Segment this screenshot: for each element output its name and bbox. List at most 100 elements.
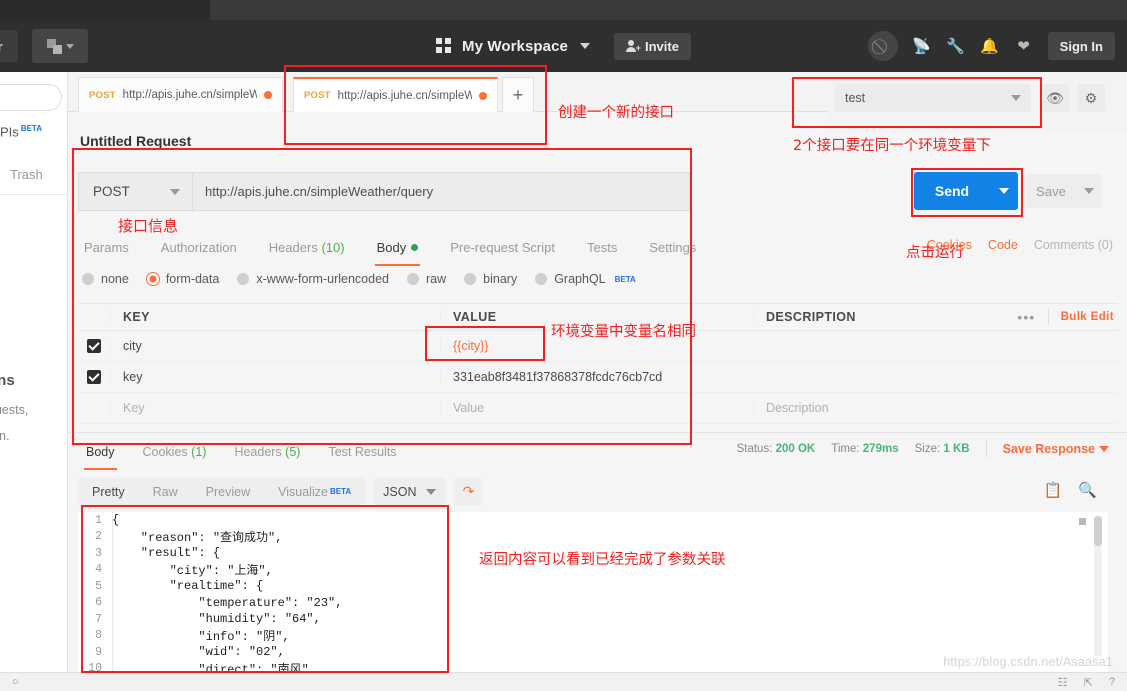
body-type-graphql[interactable]: GraphQL BETA: [535, 272, 636, 286]
size-value: 1 KB: [943, 443, 970, 455]
environment-quick-look-button[interactable]: 👁: [1041, 84, 1069, 112]
tab-url-label: http://apis.juhe.cn/simpleWea...: [337, 89, 472, 102]
line-number: 1: [95, 513, 102, 527]
save-button[interactable]: Save: [1026, 174, 1076, 208]
body-type-urlencoded[interactable]: x-www-form-urlencoded: [237, 272, 389, 286]
viewer-tab-preview[interactable]: Preview: [192, 478, 264, 505]
search-input[interactable]: [0, 84, 62, 111]
response-tab-test-results[interactable]: Test Results: [314, 440, 410, 464]
comments-link[interactable]: Comments (0): [1034, 238, 1113, 252]
radio-icon: [464, 273, 477, 285]
time-value: 279ms: [862, 443, 899, 455]
body-type-raw[interactable]: raw: [407, 272, 446, 286]
response-tab-body[interactable]: Body: [72, 440, 129, 470]
tab-body[interactable]: Body: [361, 234, 435, 266]
checkbox-checked-icon[interactable]: [87, 339, 101, 353]
viewer-tab-visualize[interactable]: Visualize BETA: [264, 478, 365, 505]
heart-icon[interactable]: ❤: [1014, 36, 1034, 56]
viewer-tab-raw[interactable]: Raw: [139, 478, 192, 505]
body-type-none[interactable]: none: [82, 272, 129, 286]
chevron-down-icon: [999, 188, 1009, 194]
send-button[interactable]: Send: [914, 172, 990, 210]
response-format-select[interactable]: JSON: [373, 478, 447, 505]
url-value: http://apis.juhe.cn/simpleWeather/query: [205, 184, 434, 199]
response-tab-cookies[interactable]: Cookies (1): [129, 440, 221, 464]
body-type-label: form-data: [165, 272, 220, 286]
url-input[interactable]: http://apis.juhe.cn/simpleWeather/query: [192, 172, 690, 211]
tab-count: (5): [285, 445, 301, 459]
row-key[interactable]: key: [110, 370, 440, 384]
send-options-button[interactable]: [990, 172, 1018, 210]
annotation-api-info: 接口信息: [118, 217, 179, 235]
save-options-button[interactable]: [1076, 174, 1102, 208]
code-link[interactable]: Code: [988, 238, 1018, 252]
response-body-code[interactable]: 1{ 2 "reason": "查询成功", 3 "result": { 4 "…: [78, 512, 1108, 677]
row-key-placeholder[interactable]: Key: [110, 401, 440, 415]
tab-settings[interactable]: Settings: [633, 234, 712, 260]
sidebar-item-trash[interactable]: Trash: [10, 167, 43, 182]
http-method-select[interactable]: POST: [78, 172, 192, 211]
row-value[interactable]: {{city}}: [440, 339, 753, 353]
invite-button[interactable]: + Invite: [614, 32, 691, 60]
row-key[interactable]: city: [110, 339, 440, 353]
response-tab-headers[interactable]: Headers (5): [220, 440, 314, 464]
table-row[interactable]: key 331eab8f3481f37868378fcdc76cb7cd: [78, 362, 1118, 393]
bulk-edit-link[interactable]: Bulk Edit: [1061, 311, 1114, 323]
line-text: "wid": "02",: [112, 645, 285, 660]
satellite-icon[interactable]: 📡: [912, 36, 932, 56]
wrap-lines-button[interactable]: ↷: [454, 478, 483, 505]
eye-icon: 👁: [1046, 89, 1064, 106]
more-options-icon[interactable]: •••: [1017, 310, 1035, 325]
chrome-left-dark: [0, 0, 210, 20]
row-value[interactable]: 331eab8f3481f37868378fcdc76cb7cd: [440, 370, 753, 384]
workspace-name[interactable]: My Workspace: [462, 38, 568, 55]
tab-pre-request-script[interactable]: Pre-request Script: [434, 234, 571, 260]
shortcut-icon[interactable]: ⇱: [1084, 676, 1093, 689]
body-type-label: GraphQL: [554, 272, 606, 286]
bell-icon[interactable]: 🔔: [980, 36, 1000, 56]
request-tab-2[interactable]: POST http://apis.juhe.cn/simpleWea...: [293, 77, 498, 112]
copy-icon[interactable]: 📋: [1044, 481, 1063, 499]
sign-in-button[interactable]: Sign In: [1047, 32, 1115, 60]
environment-select[interactable]: test: [835, 84, 1031, 112]
divider: [1047, 309, 1049, 325]
search-icon[interactable]: 🔍: [1078, 481, 1097, 499]
chevron-down-icon[interactable]: [580, 43, 590, 49]
response-viewer-toolbar: Pretty Raw Preview Visualize BETA JSON ↷: [78, 478, 483, 505]
environment-settings-button[interactable]: ⚙: [1077, 84, 1105, 112]
save-response-button[interactable]: Save Response: [1003, 442, 1109, 456]
row-value-placeholder[interactable]: Value: [440, 401, 753, 415]
environment-selected-label: test: [845, 91, 866, 105]
partial-left-button[interactable]: r: [0, 30, 18, 62]
line-number: 7: [95, 612, 102, 626]
interceptor-icon[interactable]: ⃠: [867, 31, 898, 61]
request-tab-1[interactable]: POST http://apis.juhe.cn/simpleWea...: [78, 77, 283, 112]
bootcamp-icon[interactable]: ○: [12, 676, 19, 688]
sidebar-item-apis[interactable]: PIs BETA: [0, 124, 68, 139]
wrench-icon[interactable]: 🔧: [946, 36, 966, 56]
tab-authorization[interactable]: Authorization: [145, 234, 253, 260]
row-checkbox-cell[interactable]: [78, 370, 110, 384]
beta-badge: BETA: [20, 124, 42, 133]
chevron-down-icon: [1084, 188, 1094, 194]
tab-label: Params: [84, 239, 129, 255]
tab-headers[interactable]: Headers (10): [253, 234, 361, 260]
row-checkbox-cell[interactable]: [78, 339, 110, 353]
tab-params[interactable]: Params: [78, 234, 145, 260]
layout-icon[interactable]: ☷: [1058, 676, 1068, 689]
table-row-empty[interactable]: Key Value Description: [78, 393, 1118, 424]
row-description-placeholder[interactable]: Description: [753, 401, 1118, 415]
tab-tests[interactable]: Tests: [571, 234, 633, 260]
response-divider: [68, 432, 1127, 433]
new-tab-button[interactable]: +: [502, 77, 534, 112]
new-button[interactable]: [32, 29, 88, 63]
checkbox-checked-icon[interactable]: [87, 370, 101, 384]
body-type-binary[interactable]: binary: [464, 272, 517, 286]
body-type-form-data[interactable]: form-data: [146, 272, 220, 286]
code-scrollbar[interactable]: [1094, 516, 1102, 656]
help-icon[interactable]: ?: [1109, 676, 1115, 688]
radio-icon: [535, 273, 548, 285]
viewer-tab-pretty[interactable]: Pretty: [78, 478, 139, 505]
tab-label: Settings: [649, 239, 697, 255]
line-number: 8: [95, 629, 102, 643]
